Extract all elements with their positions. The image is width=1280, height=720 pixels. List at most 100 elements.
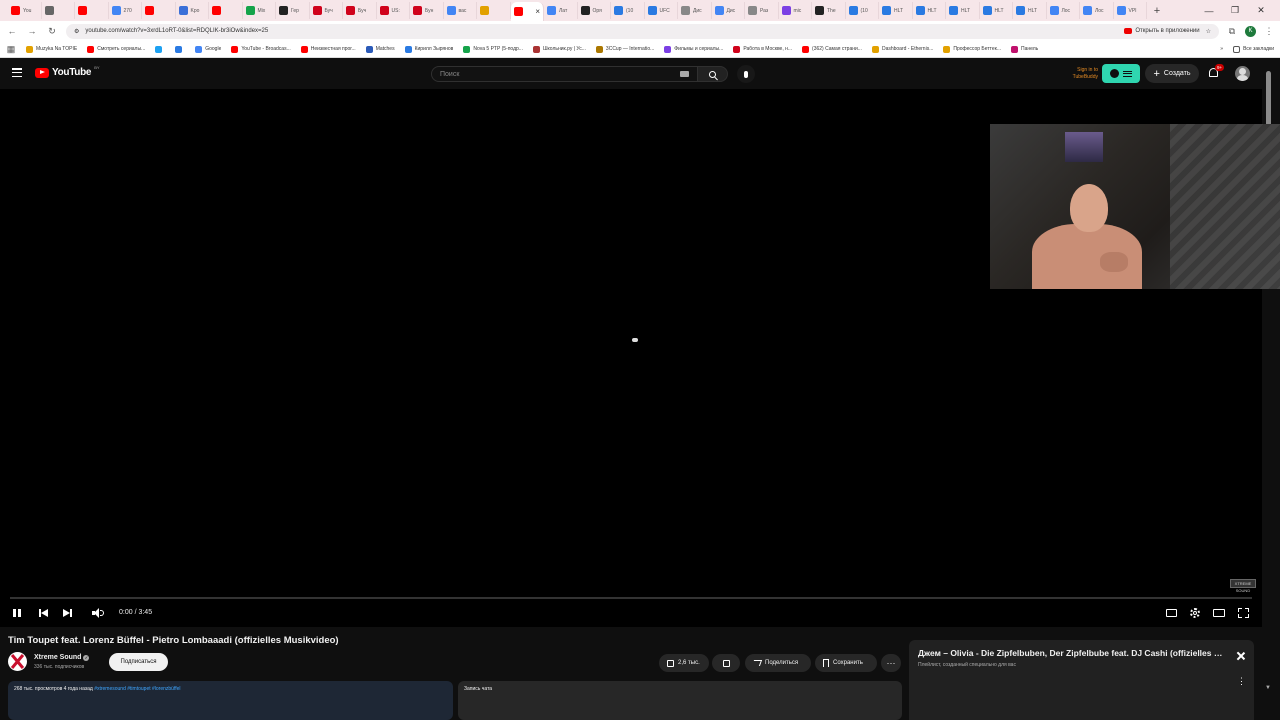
chat-replay-panel[interactable]: Запись чата bbox=[458, 681, 902, 720]
channel-avatar[interactable] bbox=[8, 652, 27, 671]
back-icon[interactable]: ← bbox=[6, 26, 18, 36]
next-button[interactable] bbox=[62, 608, 74, 620]
browser-tab[interactable]: HLT bbox=[1013, 2, 1047, 19]
more-bookmarks-icon[interactable]: » bbox=[1220, 46, 1223, 52]
close-icon[interactable] bbox=[1236, 651, 1246, 661]
browser-tab[interactable]: HLT bbox=[946, 2, 980, 19]
maximize-button[interactable]: ❐ bbox=[1224, 5, 1246, 16]
playlist-menu-icon[interactable]: ⋮ bbox=[1237, 676, 1246, 687]
address-bar[interactable]: ⚙ youtube.com/watch?v=3xrdL1oRT-0&list=R… bbox=[66, 23, 1219, 39]
bookmark-item[interactable]: Muzyka Na TOPIE bbox=[26, 45, 77, 53]
browser-tab[interactable]: The bbox=[812, 2, 846, 19]
profile-avatar[interactable]: K bbox=[1245, 25, 1256, 37]
guide-menu-icon[interactable] bbox=[12, 68, 22, 77]
more-actions-button[interactable]: ··· bbox=[881, 654, 901, 672]
subscribe-button[interactable]: Подписаться bbox=[109, 653, 168, 671]
browser-tab[interactable]: Гер bbox=[276, 2, 310, 19]
browser-tab[interactable]: UFC bbox=[645, 2, 678, 19]
like-button[interactable]: 2,6 тыс. bbox=[659, 654, 709, 672]
previous-button[interactable] bbox=[38, 608, 50, 620]
apps-grid-icon[interactable]: ▦ bbox=[6, 44, 16, 54]
tubebuddy-button[interactable] bbox=[1102, 64, 1140, 83]
bookmark-item[interactable]: Школьник.ру | Ус... bbox=[532, 45, 586, 53]
close-window-button[interactable]: ✕ bbox=[1250, 5, 1272, 16]
fullscreen-icon[interactable] bbox=[1238, 608, 1250, 620]
browser-tab[interactable]: Бун bbox=[410, 2, 444, 19]
bookmark-item[interactable]: Кирилл Зырянов bbox=[404, 45, 453, 53]
browser-tab[interactable] bbox=[42, 2, 75, 19]
browser-tab[interactable]: HLT bbox=[879, 2, 913, 19]
browser-tab[interactable]: Буч bbox=[310, 2, 343, 19]
browser-tab[interactable]: Лат bbox=[544, 2, 578, 19]
scrollbar-thumb[interactable] bbox=[1266, 71, 1271, 126]
account-avatar[interactable] bbox=[1235, 66, 1250, 81]
scroll-down-arrow-icon[interactable]: ▼ bbox=[1265, 685, 1271, 691]
channel-name-link[interactable]: Xtreme Sound ✓ bbox=[34, 654, 90, 661]
all-bookmarks-button[interactable]: Все закладки bbox=[1233, 45, 1274, 53]
browser-tab[interactable]: Буч bbox=[343, 2, 377, 19]
bookmark-item[interactable]: 3CCup — Internatio... bbox=[595, 45, 654, 53]
save-button[interactable]: Сохранить bbox=[815, 654, 877, 672]
keyboard-icon[interactable] bbox=[680, 71, 689, 77]
youtube-logo[interactable]: YouTube BY bbox=[35, 65, 100, 78]
subtitles-icon[interactable] bbox=[1166, 608, 1178, 620]
bookmark-item[interactable] bbox=[155, 45, 165, 53]
browser-tab[interactable]: Kpo bbox=[176, 2, 209, 19]
search-button[interactable] bbox=[698, 66, 728, 82]
open-in-app-button[interactable]: Открыть в приложении bbox=[1124, 28, 1200, 34]
browser-tab[interactable]: Mix bbox=[243, 2, 276, 19]
bookmark-item[interactable]: Matches bbox=[365, 45, 395, 53]
notifications-button[interactable]: 9+ bbox=[1208, 64, 1225, 79]
bookmark-item[interactable]: Google bbox=[195, 45, 221, 53]
bookmark-star-icon[interactable]: ☆ bbox=[1206, 28, 1211, 35]
bookmark-item[interactable]: Смотреть сериалы... bbox=[87, 45, 145, 53]
bookmark-item[interactable]: Профессор Беттек... bbox=[943, 45, 1001, 53]
browser-tab[interactable]: mic bbox=[779, 2, 812, 19]
browser-tab[interactable] bbox=[477, 2, 511, 19]
create-button[interactable]: + Создать bbox=[1145, 64, 1199, 83]
browser-tab[interactable]: Дис bbox=[712, 2, 745, 19]
theater-mode-icon[interactable] bbox=[1213, 608, 1225, 620]
bookmark-item[interactable] bbox=[175, 45, 185, 53]
playlist-title[interactable]: Джем – Olivia - Die Zipfelbuben, Der Zip… bbox=[918, 648, 1228, 658]
site-info-icon[interactable]: ⚙ bbox=[74, 28, 79, 35]
browser-tab[interactable]: Раз bbox=[745, 2, 779, 19]
browser-tab[interactable]: HLT bbox=[913, 2, 946, 19]
browser-tab[interactable]: Лос bbox=[1047, 2, 1080, 19]
channel-watermark[interactable]: XTREME SOUND bbox=[1230, 579, 1256, 593]
reload-icon[interactable]: ↻ bbox=[46, 26, 58, 37]
browser-tab[interactable]: 270 bbox=[109, 2, 142, 19]
voice-search-button[interactable] bbox=[737, 65, 755, 83]
bookmark-item[interactable]: YouTube - Broadcas... bbox=[231, 45, 291, 53]
description-hashtags[interactable]: #xtremesound #timtoupet #lorenzbüffel bbox=[94, 686, 180, 692]
bookmark-item[interactable]: (362) Самая страни... bbox=[802, 45, 862, 53]
settings-gear-icon[interactable] bbox=[1189, 608, 1201, 620]
browser-tab[interactable]: VPI bbox=[1114, 2, 1147, 19]
dislike-button[interactable] bbox=[712, 654, 740, 672]
video-player[interactable]: XTREME SOUND bbox=[0, 89, 1280, 627]
tubebuddy-signin-link[interactable]: Sign in to TubeBuddy bbox=[1058, 67, 1098, 81]
bookmark-item[interactable]: Nova 5 PTP (5-подр... bbox=[463, 45, 523, 53]
description-box[interactable]: 268 тыс. просмотров 4 года назад #xtreme… bbox=[8, 681, 453, 720]
browser-tab[interactable]: You bbox=[8, 2, 42, 19]
browser-tab[interactable] bbox=[142, 2, 176, 19]
search-input[interactable]: Поиск bbox=[431, 66, 698, 82]
extensions-icon[interactable]: ⧉ bbox=[1227, 26, 1237, 36]
bookmark-item[interactable]: Фильмы и сериалы... bbox=[664, 45, 723, 53]
minimize-button[interactable]: — bbox=[1198, 6, 1220, 16]
browser-tab[interactable]: вас bbox=[444, 2, 477, 19]
bookmark-item[interactable]: Панель bbox=[1011, 45, 1038, 53]
forward-icon[interactable]: → bbox=[26, 26, 38, 36]
pause-button[interactable] bbox=[11, 608, 23, 620]
bookmark-item[interactable]: Неизвестная прог... bbox=[300, 45, 356, 53]
browser-tab[interactable]: Оря bbox=[578, 2, 611, 19]
browser-tab[interactable]: Лос bbox=[1080, 2, 1114, 19]
browser-tab[interactable] bbox=[209, 2, 243, 19]
browser-tab[interactable]: (10 bbox=[846, 2, 879, 19]
browser-tab[interactable] bbox=[75, 2, 109, 19]
bookmark-item[interactable]: Работа в Москве, н... bbox=[733, 45, 792, 53]
browser-tab[interactable]: US: bbox=[377, 2, 410, 19]
share-button[interactable]: Поделиться bbox=[745, 654, 811, 672]
tab-close-icon[interactable]: × bbox=[535, 7, 540, 16]
progress-bar[interactable] bbox=[10, 597, 1252, 599]
